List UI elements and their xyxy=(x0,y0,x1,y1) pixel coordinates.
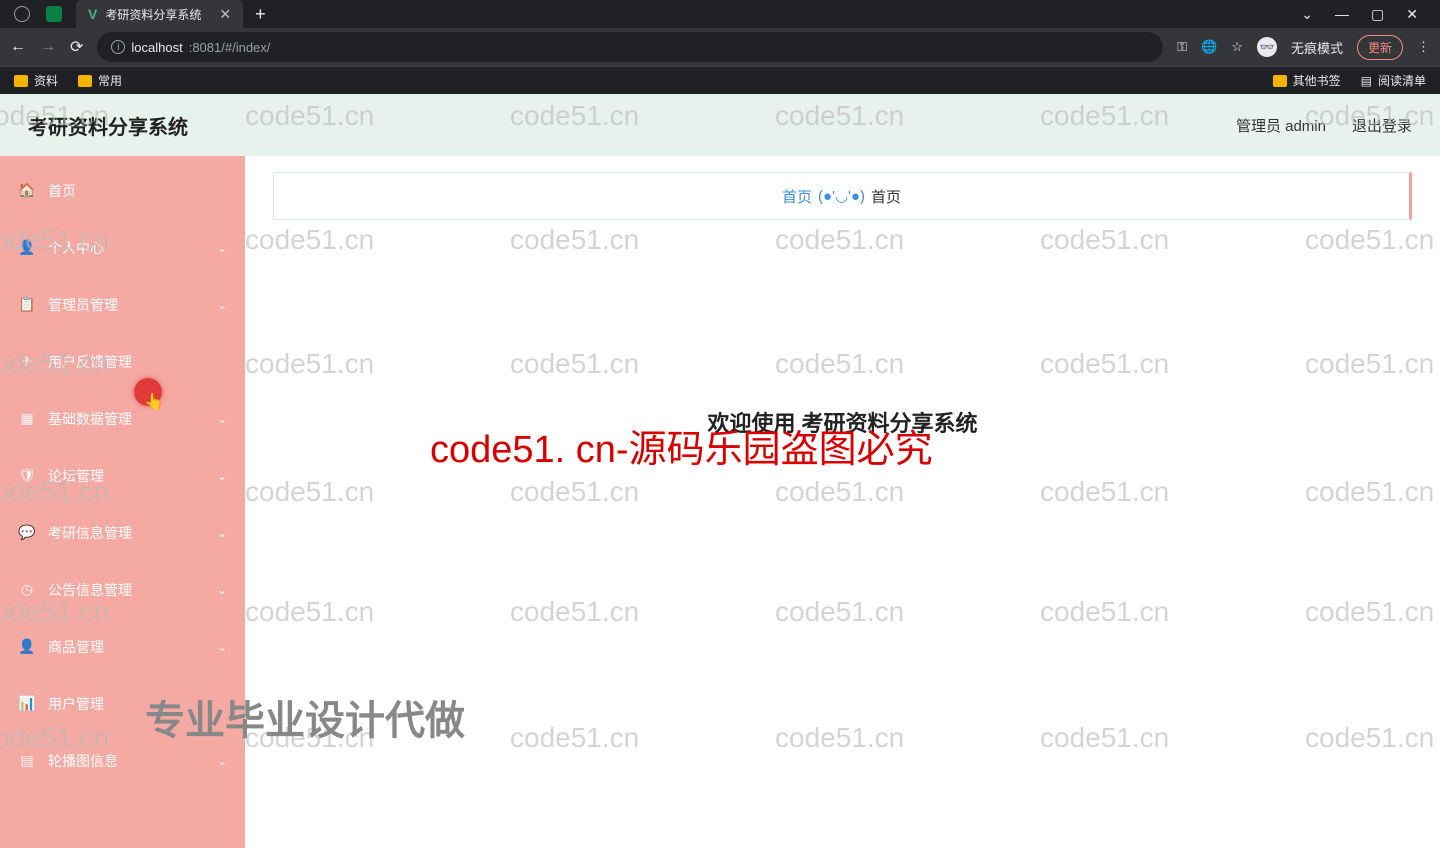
sidebar-item-1[interactable]: 👤 个人中心 ⌄ xyxy=(0,219,245,276)
browser-chrome: V 考研资料分享系统 ✕ + ⌄ — ▢ ✕ ← → ⟳ i localhost… xyxy=(0,0,1440,94)
tab-strip: V 考研资料分享系统 ✕ + ⌄ — ▢ ✕ xyxy=(0,0,1440,28)
window-minimize-icon[interactable]: — xyxy=(1335,6,1349,23)
list-icon: ▤ xyxy=(1361,74,1372,88)
menu-icon[interactable]: ⋮ xyxy=(1417,39,1430,55)
folder-icon xyxy=(14,75,28,87)
window-dropdown-icon[interactable]: ⌄ xyxy=(1301,6,1313,23)
reading-list[interactable]: ▤阅读清单 xyxy=(1361,72,1426,89)
translate-icon[interactable]: 🌐 xyxy=(1201,39,1217,55)
tab-close-icon[interactable]: ✕ xyxy=(219,6,231,23)
sidebar-icon: ◷ xyxy=(18,581,36,598)
sidebar-item-10[interactable]: ▤ 轮播图信息 ⌄ xyxy=(0,732,245,789)
update-button[interactable]: 更新 xyxy=(1357,35,1403,60)
sidebar-icon: 🏠 xyxy=(18,182,36,199)
app: 考研资料分享系统 管理员 admin 退出登录 🏠 首页 👤 个人中心 ⌄ 📋 管理员管理 ⌄… xyxy=(0,94,1440,848)
sidebar-item-4[interactable]: ▦ 基础数据管理 ⌄ xyxy=(0,390,245,447)
nav-forward-icon[interactable]: → xyxy=(40,38,56,56)
sidebar-icon: 📋 xyxy=(18,296,36,313)
welcome-text: 欢迎使用 考研资料分享系统 xyxy=(245,406,1440,438)
chevron-down-icon: ⌄ xyxy=(217,526,227,540)
browser-tab[interactable]: V 考研资料分享系统 ✕ xyxy=(76,0,243,28)
chevron-down-icon: ⌄ xyxy=(217,583,227,597)
sidebar-item-label: 管理员管理 xyxy=(48,295,118,315)
blank-tab-icon xyxy=(14,6,30,22)
sidebar-item-7[interactable]: ◷ 公告信息管理 ⌄ xyxy=(0,561,245,618)
vue-logo-icon: V xyxy=(88,6,97,22)
key-icon[interactable]: ⚿ xyxy=(1177,39,1187,55)
bookmark-item[interactable]: 资料 xyxy=(14,72,58,89)
url-host: localhost xyxy=(131,40,182,55)
app-body: 🏠 首页 👤 个人中心 ⌄ 📋 管理员管理 ⌄ ✈ 用户反馈管理 ▦ 基础数据管理 ⌄ 🛡 论坛管理 ⌄ 💬 考研… xyxy=(0,156,1440,848)
sidebar-icon: 🛡 xyxy=(18,467,36,484)
sidebar-item-label: 用户反馈管理 xyxy=(48,352,132,372)
window-maximize-icon[interactable]: ▢ xyxy=(1371,6,1384,23)
incognito-label: 无痕模式 xyxy=(1291,38,1343,57)
toolbar-right: ⚿ 🌐 ☆ 👓 无痕模式 更新 ⋮ xyxy=(1177,35,1430,60)
window-close-icon[interactable]: ✕ xyxy=(1406,6,1418,23)
app-header: 考研资料分享系统 管理员 admin 退出登录 xyxy=(0,94,1440,156)
favicon-green xyxy=(46,6,62,22)
sidebar-item-3[interactable]: ✈ 用户反馈管理 xyxy=(0,333,245,390)
main-content: 首页 (●'◡'●) 首页 欢迎使用 考研资料分享系统 xyxy=(245,156,1440,848)
sidebar-item-8[interactable]: 👤 商品管理 ⌄ xyxy=(0,618,245,675)
sidebar-item-label: 论坛管理 xyxy=(48,466,104,486)
breadcrumb-link[interactable]: 首页 xyxy=(782,186,812,207)
sidebar-item-label: 基础数据管理 xyxy=(48,409,132,429)
sidebar-icon: ✈ xyxy=(18,353,36,370)
sidebar: 🏠 首页 👤 个人中心 ⌄ 📋 管理员管理 ⌄ ✈ 用户反馈管理 ▦ 基础数据管理 ⌄ 🛡 论坛管理 ⌄ 💬 考研… xyxy=(0,156,245,848)
breadcrumb-face: (●'◡'●) xyxy=(818,187,865,205)
sidebar-item-5[interactable]: 🛡 论坛管理 ⌄ xyxy=(0,447,245,504)
nav-reload-icon[interactable]: ⟳ xyxy=(70,37,83,57)
sidebar-icon: 💬 xyxy=(18,524,36,541)
breadcrumb: 首页 (●'◡'●) 首页 xyxy=(273,172,1412,220)
sidebar-icon: ▦ xyxy=(18,410,36,427)
bookmark-bar: 资料 常用 其他书签 ▤阅读清单 xyxy=(0,66,1440,94)
logout-button[interactable]: 退出登录 xyxy=(1352,115,1412,136)
sidebar-item-label: 首页 xyxy=(48,181,76,201)
sidebar-icon: 📊 xyxy=(18,695,36,712)
chevron-down-icon: ⌄ xyxy=(217,754,227,768)
new-tab-button[interactable]: + xyxy=(255,4,266,25)
sidebar-item-6[interactable]: 💬 考研信息管理 ⌄ xyxy=(0,504,245,561)
sidebar-item-label: 公告信息管理 xyxy=(48,580,132,600)
chevron-down-icon: ⌄ xyxy=(217,640,227,654)
sidebar-item-label: 用户管理 xyxy=(48,694,104,714)
app-title: 考研资料分享系统 xyxy=(28,111,188,140)
nav-back-icon[interactable]: ← xyxy=(10,38,26,56)
current-user-label[interactable]: 管理员 admin xyxy=(1236,115,1326,136)
sidebar-icon: ▤ xyxy=(18,752,36,769)
sidebar-icon: 👤 xyxy=(18,239,36,256)
chevron-down-icon: ⌄ xyxy=(217,241,227,255)
sidebar-item-2[interactable]: 📋 管理员管理 ⌄ xyxy=(0,276,245,333)
breadcrumb-current: 首页 xyxy=(871,186,901,207)
window-controls: ⌄ — ▢ ✕ xyxy=(1301,6,1434,23)
sidebar-item-label: 考研信息管理 xyxy=(48,523,132,543)
sidebar-item-label: 商品管理 xyxy=(48,637,104,657)
other-bookmarks[interactable]: 其他书签 xyxy=(1273,72,1341,89)
folder-icon xyxy=(78,75,92,87)
incognito-icon: 👓 xyxy=(1257,37,1277,57)
sidebar-item-label: 轮播图信息 xyxy=(48,751,118,771)
chevron-down-icon: ⌄ xyxy=(217,469,227,483)
bookmark-item[interactable]: 常用 xyxy=(78,72,122,89)
site-info-icon[interactable]: i xyxy=(111,40,125,54)
tab-title: 考研资料分享系统 xyxy=(105,6,201,23)
folder-icon xyxy=(1273,75,1287,87)
nav-bar: ← → ⟳ i localhost :8081/#/index/ ⚿ 🌐 ☆ 👓 … xyxy=(0,28,1440,66)
address-bar[interactable]: i localhost :8081/#/index/ xyxy=(97,32,1163,62)
sidebar-icon: 👤 xyxy=(18,638,36,655)
sidebar-item-label: 个人中心 xyxy=(48,238,104,258)
chevron-down-icon: ⌄ xyxy=(217,298,227,312)
sidebar-item-0[interactable]: 🏠 首页 xyxy=(0,162,245,219)
url-path: :8081/#/index/ xyxy=(189,40,271,55)
sidebar-item-9[interactable]: 📊 用户管理 xyxy=(0,675,245,732)
chevron-down-icon: ⌄ xyxy=(217,412,227,426)
bookmark-star-icon[interactable]: ☆ xyxy=(1231,39,1243,55)
